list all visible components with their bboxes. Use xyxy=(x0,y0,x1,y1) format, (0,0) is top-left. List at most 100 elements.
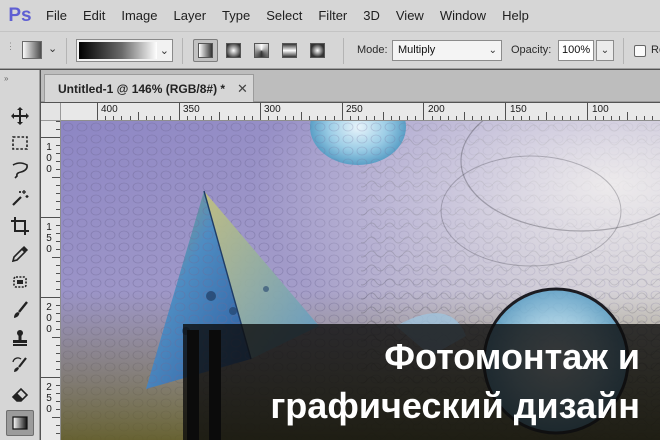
ruler-label: 0 xyxy=(46,244,52,255)
chevron-down-icon[interactable]: ⌄ xyxy=(596,40,614,61)
ruler-tick xyxy=(309,116,310,120)
ruler-tick xyxy=(627,112,628,120)
ruler-tick xyxy=(342,103,343,120)
mode-value: Multiply xyxy=(398,44,436,56)
ruler-tick xyxy=(285,116,286,120)
ruler-tick xyxy=(56,425,60,426)
angle-gradient-button[interactable] xyxy=(249,39,274,62)
lasso-tool[interactable] xyxy=(6,157,34,183)
menu-help[interactable]: Help xyxy=(494,0,537,31)
ruler-label: 200 xyxy=(428,104,445,115)
document-tab[interactable]: Untitled-1 @ 146% (RGB/8#) * ✕ xyxy=(44,74,254,102)
vertical-ruler[interactable]: 10015020025050 xyxy=(41,121,61,440)
ruler-tick xyxy=(146,116,147,120)
gradient-swatch[interactable] xyxy=(79,42,157,59)
ruler-label: 5 xyxy=(46,393,52,404)
tool-preset-picker[interactable] xyxy=(22,41,42,59)
menu-layer[interactable]: Layer xyxy=(166,0,215,31)
menu-window[interactable]: Window xyxy=(432,0,494,31)
gradient-tool-icon xyxy=(12,416,28,430)
magic-wand-tool[interactable] xyxy=(6,185,34,211)
linear-gradient-button[interactable] xyxy=(193,39,218,62)
eyedropper-tool[interactable] xyxy=(6,241,34,267)
history-brush-tool[interactable] xyxy=(6,353,34,379)
gradient-picker[interactable]: ⌄ xyxy=(76,39,173,62)
ruler-tick xyxy=(277,116,278,120)
ruler-tick xyxy=(619,116,620,120)
ruler-tick xyxy=(41,217,60,218)
divider xyxy=(182,38,183,64)
ruler-tick xyxy=(554,116,555,120)
ruler-tick xyxy=(374,116,375,120)
ruler-tick xyxy=(56,121,60,122)
gradient-tool[interactable] xyxy=(6,410,34,436)
document-tab-title: Untitled-1 @ 146% (RGB/8#) * xyxy=(58,82,226,96)
chevron-down-icon[interactable]: ⌄ xyxy=(160,44,169,57)
menu-edit[interactable]: Edit xyxy=(75,0,113,31)
eyedropper-tool-icon xyxy=(11,245,29,263)
opacity-input[interactable]: 100% xyxy=(558,40,594,61)
panel-grip[interactable]: » xyxy=(4,74,9,83)
ruler-tick xyxy=(587,103,588,120)
ruler-tick xyxy=(41,137,60,138)
ruler-origin[interactable] xyxy=(41,103,61,121)
eraser-tool[interactable] xyxy=(6,381,34,407)
move-tool[interactable] xyxy=(6,103,34,129)
marquee-tool[interactable] xyxy=(6,130,34,156)
tools-panel: » xyxy=(0,70,40,440)
reflected-gradient-button[interactable] xyxy=(277,39,302,62)
ruler-tick xyxy=(293,116,294,120)
menu-image[interactable]: Image xyxy=(113,0,165,31)
chevron-down-icon[interactable]: ⌄ xyxy=(48,42,57,55)
menu-3d[interactable]: 3D xyxy=(355,0,388,31)
reverse-checkbox[interactable] xyxy=(634,45,646,57)
ruler-tick xyxy=(546,112,547,120)
diamond-gradient-button[interactable] xyxy=(305,39,330,62)
ruler-tick xyxy=(170,116,171,120)
document-tab-bar: Untitled-1 @ 146% (RGB/8#) * ✕ xyxy=(41,70,660,102)
ruler-tick xyxy=(611,116,612,120)
horizontal-ruler[interactable]: 400 350 300 250 200 150 100 xyxy=(61,103,660,121)
radial-gradient-button[interactable] xyxy=(221,39,246,62)
reverse-label: Re xyxy=(651,44,660,56)
ruler-label: 400 xyxy=(101,104,118,115)
ruler-tick xyxy=(423,103,424,120)
ruler-label: 0 xyxy=(46,164,52,175)
menu-bar: Ps File Edit Image Layer Type Select Fil… xyxy=(0,0,660,31)
divider xyxy=(343,38,344,64)
ruler-tick xyxy=(41,377,60,378)
move-tool-icon xyxy=(11,107,29,125)
ruler-tick xyxy=(432,116,433,120)
options-bar: ⋮ ⌄ ⌄ Mode: Multiply ⌄ Opacity: 100% ⌄ R… xyxy=(0,31,660,69)
ruler-tick xyxy=(52,257,60,258)
ruler-tick xyxy=(195,116,196,120)
brush-tool[interactable] xyxy=(6,297,34,323)
ruler-tick xyxy=(489,116,490,120)
chevron-down-icon[interactable]: ⌄ xyxy=(489,41,497,60)
ruler-tick xyxy=(121,116,122,120)
ruler-tick xyxy=(513,116,514,120)
ruler-label: 0 xyxy=(46,324,52,335)
menu-view[interactable]: View xyxy=(388,0,432,31)
ruler-tick xyxy=(56,393,60,394)
radial-gradient-icon xyxy=(226,43,241,58)
ruler-tick xyxy=(472,116,473,120)
menu-file[interactable]: File xyxy=(38,0,75,31)
ruler-label: 0 xyxy=(46,153,52,164)
close-icon[interactable]: ✕ xyxy=(237,81,248,97)
healing-brush-tool[interactable] xyxy=(6,269,34,295)
menu-filter[interactable]: Filter xyxy=(310,0,355,31)
diamond-gradient-icon xyxy=(310,43,325,58)
menu-type[interactable]: Type xyxy=(214,0,258,31)
divider xyxy=(66,38,67,64)
ruler-tick xyxy=(56,345,60,346)
ruler-label: 1 xyxy=(46,142,52,153)
clone-stamp-tool[interactable] xyxy=(6,325,34,351)
ruler-tick xyxy=(440,116,441,120)
mode-select[interactable]: Multiply ⌄ xyxy=(392,40,502,61)
menu-select[interactable]: Select xyxy=(258,0,310,31)
crop-tool[interactable] xyxy=(6,213,34,239)
ruler-tick xyxy=(538,116,539,120)
ruler-tick xyxy=(358,116,359,120)
crop-tool-icon xyxy=(11,217,29,235)
